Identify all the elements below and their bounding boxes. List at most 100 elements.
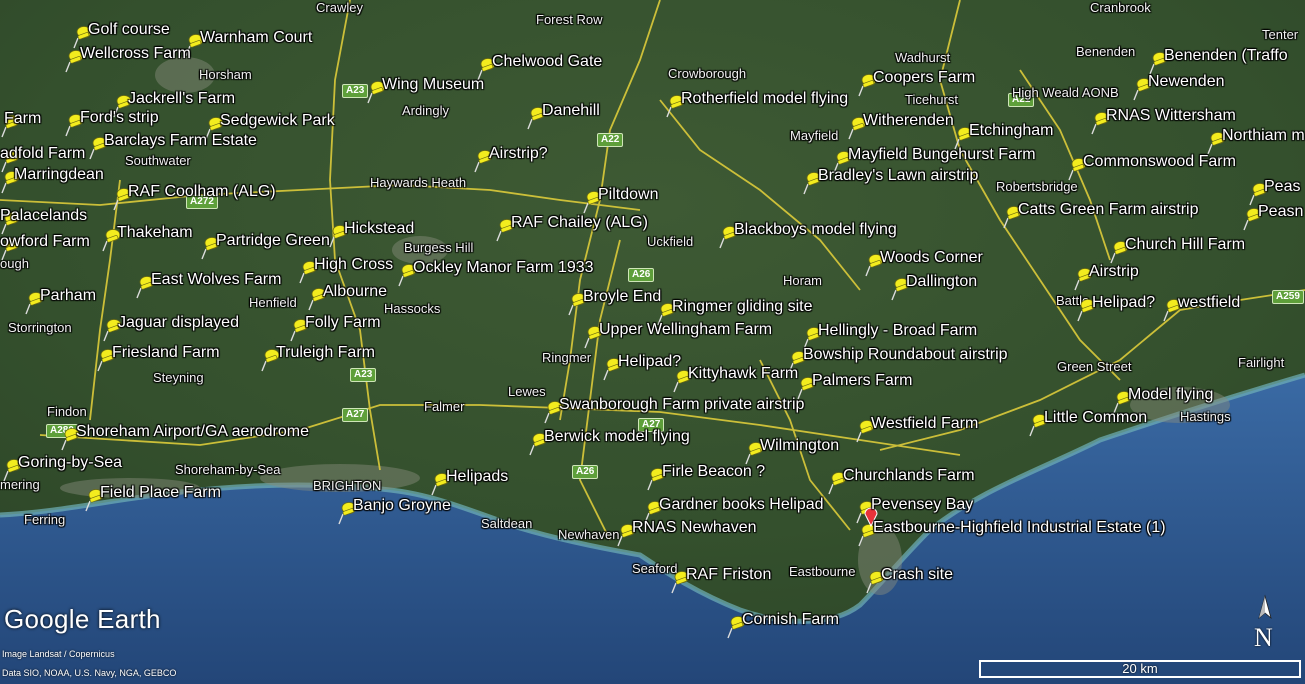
placemark-label[interactable]: Partridge Green	[216, 232, 330, 250]
placemark-label[interactable]: Helipad?	[1092, 294, 1155, 312]
placemark-label[interactable]: Friesland Farm	[112, 344, 220, 362]
placemark-label[interactable]: Little Common	[1044, 409, 1147, 427]
placemark-label[interactable]: Gardner books Helipad	[659, 496, 824, 514]
placemark-label[interactable]: Chelwood Gate	[492, 53, 602, 71]
placemark-label[interactable]: Truleigh Farm	[276, 344, 375, 362]
place-label: Horam	[783, 273, 823, 288]
scale-bar: 20 km	[979, 660, 1301, 678]
placemark-label[interactable]: Ringmer gliding site	[672, 298, 813, 316]
place-label: Hastings	[1180, 409, 1231, 424]
placemark-label[interactable]: Hellingly - Broad Farm	[818, 322, 977, 340]
placemark-label[interactable]: Wing Museum	[382, 76, 484, 94]
road-shield: A26	[572, 465, 599, 479]
placemark-label[interactable]: owford Farm	[0, 233, 90, 251]
placemark-label[interactable]: Parham	[40, 287, 96, 305]
placemark-label[interactable]: Ford's strip	[80, 109, 159, 127]
placemark-label[interactable]: Pevensey Bay	[871, 496, 973, 514]
placemark-label[interactable]: Palmers Farm	[812, 372, 912, 390]
north-compass-icon[interactable]: N	[1251, 594, 1279, 658]
place-label: Steyning	[153, 370, 204, 385]
placemark-label[interactable]: Danehill	[542, 102, 600, 120]
placemark-label[interactable]: Peas	[1264, 178, 1300, 196]
placemark-label[interactable]: Shoreham Airport/GA aerodrome	[76, 423, 309, 441]
place-label: Newhaven	[558, 527, 620, 542]
placemark-label[interactable]: Commonswood Farm	[1083, 153, 1236, 171]
placemark-label[interactable]: Airstrip?	[489, 145, 548, 163]
placemark-label[interactable]: Bowship Roundabout airstrip	[803, 346, 1008, 364]
placemark-label[interactable]: Palacelands	[0, 207, 87, 225]
place-label: Ringmer	[542, 350, 592, 365]
road-shield: A22	[597, 133, 624, 147]
placemark-label[interactable]: Marringdean	[14, 166, 104, 184]
placemark-label[interactable]: Swanborough Farm private airstrip	[559, 396, 804, 414]
placemark-label[interactable]: Ockley Manor Farm 1933	[413, 259, 594, 277]
place-label: Storrington	[8, 320, 72, 335]
placemark-label[interactable]: adfold Farm	[0, 145, 85, 163]
place-label: Green Street	[1057, 359, 1132, 374]
placemark-label[interactable]: Cornish Farm	[742, 611, 839, 629]
placemark-label[interactable]: High Cross	[314, 256, 393, 274]
placemark-label[interactable]: Jaguar displayed	[118, 314, 239, 332]
placemark-label[interactable]: Banjo Groyne	[353, 497, 451, 515]
placemark-label[interactable]: Golf course	[88, 21, 170, 39]
placemark-label[interactable]: Woods Corner	[880, 249, 983, 267]
placemark-label[interactable]: Thakeham	[117, 224, 193, 242]
placemark-label[interactable]: Etchingham	[969, 122, 1054, 140]
placemark-label[interactable]: Jackrell's Farm	[128, 90, 235, 108]
placemark-label[interactable]: Airstrip	[1089, 263, 1139, 281]
place-label: Horsham	[199, 67, 252, 82]
placemark-label[interactable]: Northiam m	[1222, 127, 1305, 145]
placemark-label[interactable]: Broyle End	[583, 288, 661, 306]
place-label: Lewes	[508, 384, 546, 399]
place-label: Mayfield	[790, 128, 839, 143]
road-shield: A26	[628, 268, 655, 282]
placemark-label[interactable]: Wellcross Farm	[80, 45, 191, 63]
placemark-label[interactable]: Newenden	[1148, 73, 1225, 91]
placemark-label[interactable]: Bradley's Lawn airstrip	[818, 167, 978, 185]
placemark-label[interactable]: Benenden (Traffo	[1164, 47, 1288, 65]
placemark-label[interactable]: Field Place Farm	[100, 484, 221, 502]
placemark-label[interactable]: Rotherfield model flying	[681, 90, 848, 108]
placemark-label[interactable]: East Wolves Farm	[151, 271, 281, 289]
placemark-label[interactable]: Kittyhawk Farm	[688, 365, 798, 383]
placemark-label[interactable]: Piltdown	[598, 186, 658, 204]
placemark-label[interactable]: Churchlands Farm	[843, 467, 975, 485]
placemark-label[interactable]: Crash site	[881, 566, 953, 584]
placemark-label[interactable]: westfield	[1178, 294, 1240, 312]
placemark-label[interactable]: Church Hill Farm	[1125, 236, 1245, 254]
placemark-label[interactable]: Upper Wellingham Farm	[599, 321, 772, 339]
road-shield: A27	[342, 408, 369, 422]
placemark-label[interactable]: Blackboys model flying	[734, 221, 897, 239]
placemark-label[interactable]: RNAS Wittersham	[1106, 107, 1236, 125]
imagery-credit: Image Landsat / Copernicus	[2, 649, 115, 659]
place-label: Crawley	[316, 0, 363, 15]
placemark-label[interactable]: Catts Green Farm airstrip	[1018, 201, 1198, 219]
placemark-label[interactable]: Berwick model flying	[544, 428, 690, 446]
placemark-label[interactable]: Westfield Farm	[871, 415, 978, 433]
placemark-label[interactable]: Firle Beacon ?	[662, 463, 765, 481]
placemark-label[interactable]: Farm	[4, 110, 41, 128]
placemark-label[interactable]: RNAS Newhaven	[632, 519, 757, 537]
placemark-label[interactable]: Dallington	[906, 273, 977, 291]
placemark-label[interactable]: RAF Chailey (ALG)	[511, 214, 648, 232]
placemark-label[interactable]: Eastbourne-Highfield Industrial Estate (…	[873, 519, 1166, 537]
place-label: Ferring	[24, 512, 66, 527]
placemark-label[interactable]: Model flying	[1128, 386, 1213, 404]
placemark-label[interactable]: Warnham Court	[200, 29, 312, 47]
placemark-label[interactable]: Barclays Farm Estate	[104, 132, 257, 150]
placemark-label[interactable]: Hickstead	[344, 220, 414, 238]
placemark-label[interactable]: Peasn	[1258, 203, 1303, 221]
placemark-label[interactable]: Helipad?	[618, 353, 681, 371]
placemark-label[interactable]: RAF Friston	[686, 566, 771, 584]
placemark-label[interactable]: Goring-by-Sea	[18, 454, 122, 472]
placemark-label[interactable]: Helipads	[446, 468, 508, 486]
placemark-label[interactable]: Folly Farm	[305, 314, 381, 332]
placemark-label[interactable]: Wilmington	[760, 437, 839, 455]
placemark-label[interactable]: Witherenden	[863, 112, 954, 130]
placemark-label[interactable]: Mayfield Bungehurst Farm	[848, 146, 1036, 164]
placemark-label[interactable]: Coopers Farm	[873, 69, 975, 87]
place-label: Shoreham-by-Sea	[175, 462, 281, 477]
placemark-label[interactable]: RAF Coolham (ALG)	[128, 183, 276, 201]
placemark-label[interactable]: Albourne	[323, 283, 387, 301]
placemark-label[interactable]: Sedgewick Park	[220, 112, 335, 130]
